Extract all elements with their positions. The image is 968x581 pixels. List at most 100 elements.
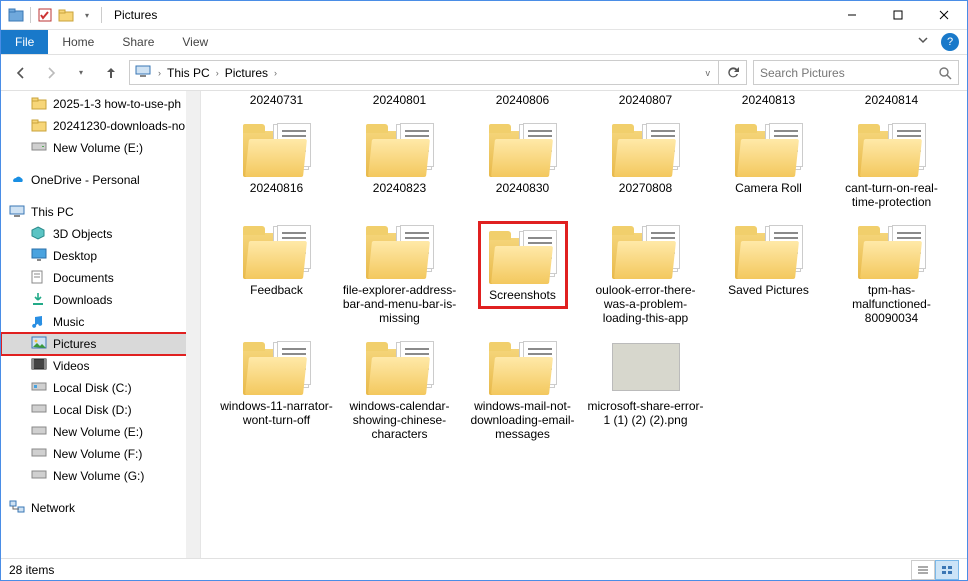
up-button[interactable]	[99, 61, 123, 85]
folder-item[interactable]: tpm-has-malfunctioned-80090034	[830, 217, 953, 327]
close-button[interactable]	[921, 1, 967, 29]
folder-item[interactable]: 20240731	[215, 91, 338, 109]
minimize-button[interactable]	[829, 1, 875, 29]
chevron-right-icon[interactable]: ›	[156, 68, 163, 78]
item-label: 20240807	[616, 91, 675, 109]
sep-icon	[30, 7, 31, 23]
pictures-icon	[31, 336, 47, 352]
item-label: Camera Roll	[732, 179, 805, 197]
tree-network[interactable]: Network	[1, 497, 200, 519]
tree-drive-f[interactable]: New Volume (F:)	[1, 443, 200, 465]
tree-downloads[interactable]: Downloads	[1, 289, 200, 311]
item-label: Feedback	[247, 281, 306, 299]
folder-item[interactable]: Camera Roll	[707, 115, 830, 211]
folder-item[interactable]: Feedback	[215, 217, 338, 327]
item-label: 20240731	[247, 91, 306, 109]
qat-dropdown-icon[interactable]: ▾	[78, 7, 96, 23]
folder-item[interactable]: windows-calendar-showing-chinese-charact…	[338, 333, 461, 443]
folder-item[interactable]: Saved Pictures	[707, 217, 830, 327]
nav-tree[interactable]: 2025-1-3 how-to-use-ph 20241230-download…	[1, 91, 201, 558]
tree-folder[interactable]: 20241230-downloads-no	[1, 115, 200, 137]
props-icon[interactable]	[36, 7, 54, 23]
tree-folder[interactable]: 2025-1-3 how-to-use-ph	[1, 93, 200, 115]
folder-item[interactable]: file-explorer-address-bar-and-menu-bar-i…	[338, 217, 461, 327]
folder-item[interactable]: cant-turn-on-real-time-protection	[830, 115, 953, 211]
status-bar: 28 items	[1, 558, 967, 580]
tree-videos[interactable]: Videos	[1, 355, 200, 377]
tree-onedrive[interactable]: OneDrive - Personal	[1, 169, 200, 191]
scrollbar-thumb[interactable]	[188, 201, 198, 271]
ribbon-expand-icon[interactable]	[911, 30, 935, 54]
back-button[interactable]	[9, 61, 33, 85]
item-label: 20240806	[493, 91, 552, 109]
content-pane[interactable]: 20240731 20240801 20240806 20240807 20240813…	[201, 91, 967, 558]
cloud-icon	[9, 172, 25, 188]
tree-music[interactable]: Music	[1, 311, 200, 333]
tab-view[interactable]: View	[168, 30, 222, 54]
drive-icon	[31, 380, 47, 396]
drive-icon	[31, 140, 47, 156]
address-bar[interactable]: › This PC › Pictures › v	[129, 60, 719, 85]
help-button[interactable]: ?	[941, 33, 959, 51]
recent-dropdown[interactable]: ▾	[69, 61, 93, 85]
refresh-button[interactable]	[719, 60, 747, 85]
sep-icon	[101, 7, 102, 23]
folder-item[interactable]: 20240801	[338, 91, 461, 109]
view-switcher	[911, 560, 959, 580]
folder-item[interactable]: oulook-error-there-was-a-problem-loading…	[584, 217, 707, 327]
item-label: cant-turn-on-real-time-protection	[830, 179, 953, 211]
chevron-right-icon[interactable]: ›	[272, 68, 279, 78]
tab-home[interactable]: Home	[48, 30, 108, 54]
chevron-right-icon[interactable]: ›	[214, 68, 221, 78]
pc-icon	[9, 204, 25, 220]
folder-item[interactable]: 20240816	[215, 115, 338, 211]
item-label: 20270808	[616, 179, 675, 197]
item-label: windows-calendar-showing-chinese-charact…	[338, 397, 461, 443]
network-icon	[9, 500, 25, 516]
item-label: Saved Pictures	[725, 281, 812, 299]
tab-share[interactable]: Share	[108, 30, 168, 54]
details-view-button[interactable]	[911, 560, 935, 580]
folder-item[interactable]: 20240813	[707, 91, 830, 109]
address-row: ▾ › This PC › Pictures › v Search Pictur…	[1, 55, 967, 91]
search-input[interactable]: Search Pictures	[753, 60, 959, 85]
maximize-button[interactable]	[875, 1, 921, 29]
folder-icon	[7, 7, 25, 23]
forward-button[interactable]	[39, 61, 63, 85]
folder-item[interactable]: 20240806	[461, 91, 584, 109]
breadcrumb-pictures[interactable]: Pictures	[221, 66, 272, 80]
folder-item[interactable]: 20240814	[830, 91, 953, 109]
folder-icon	[31, 118, 47, 134]
icons-view-button[interactable]	[935, 560, 959, 580]
item-label: 20240823	[370, 179, 429, 197]
folder-item[interactable]: Screenshots	[461, 217, 584, 327]
item-label: 20240801	[370, 91, 429, 109]
tree-pictures[interactable]: Pictures	[1, 333, 200, 355]
tree-thispc[interactable]: This PC	[1, 201, 200, 223]
image-item[interactable]: microsoft-share-error-1 (1) (2) (2).png	[584, 333, 707, 443]
folder-item[interactable]: windows-11-narrator-wont-turn-off	[215, 333, 338, 443]
desktop-icon	[31, 248, 47, 264]
folder-item[interactable]: 20270808	[584, 115, 707, 211]
folder-item[interactable]: windows-mail-not-downloading-email-messa…	[461, 333, 584, 443]
tree-drive-e[interactable]: New Volume (E:)	[1, 421, 200, 443]
folder-item[interactable]: 20240823	[338, 115, 461, 211]
qat-folder-icon[interactable]	[57, 7, 75, 23]
breadcrumb-thispc[interactable]: This PC	[163, 66, 214, 80]
tree-desktop[interactable]: Desktop	[1, 245, 200, 267]
items-grid: 20240731 20240801 20240806 20240807 20240813…	[215, 91, 957, 449]
folder-item[interactable]: 20240807	[584, 91, 707, 109]
file-tab[interactable]: File	[1, 30, 48, 54]
qat: ▾	[1, 7, 104, 23]
tree-documents[interactable]: Documents	[1, 267, 200, 289]
tree-drive[interactable]: New Volume (E:)	[1, 137, 200, 159]
tree-3dobjects[interactable]: 3D Objects	[1, 223, 200, 245]
tree-drive-c[interactable]: Local Disk (C:)	[1, 377, 200, 399]
folder-item[interactable]: 20240830	[461, 115, 584, 211]
search-placeholder: Search Pictures	[760, 66, 845, 80]
item-label: 20240814	[862, 91, 921, 109]
tree-drive-d[interactable]: Local Disk (D:)	[1, 399, 200, 421]
address-dropdown-icon[interactable]: v	[700, 68, 717, 78]
tree-drive-g[interactable]: New Volume (G:)	[1, 465, 200, 487]
window-title: Pictures	[104, 8, 829, 22]
